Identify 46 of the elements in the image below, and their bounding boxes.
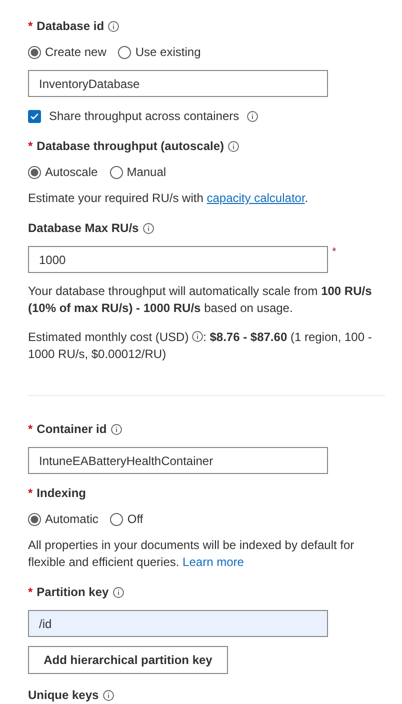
info-icon[interactable] — [228, 140, 240, 152]
text-field[interactable]: IntuneEABatteryHealthContainer — [28, 447, 328, 474]
help-text: Estimate your required RU/s with capacity calculator. — [28, 190, 310, 207]
radio-option[interactable]: Off — [110, 512, 144, 526]
field-label: Container id — [36, 422, 107, 436]
link[interactable]: Learn more — [182, 555, 244, 569]
checkbox[interactable] — [28, 110, 41, 122]
required-mark: * — [28, 486, 33, 500]
radio-icon[interactable] — [110, 166, 123, 178]
text-field[interactable]: InventoryDatabase — [28, 70, 328, 97]
radio-icon[interactable] — [28, 166, 41, 178]
radio-option[interactable]: Create new — [28, 45, 106, 59]
info-icon[interactable] — [110, 424, 122, 434]
radio-icon[interactable] — [28, 512, 41, 526]
required-mark: * — [332, 246, 336, 258]
radio-option[interactable]: Automatic — [28, 512, 98, 526]
radio-option[interactable]: Manual — [110, 165, 166, 179]
field-label: Indexing — [36, 486, 86, 500]
info-icon[interactable] — [108, 20, 120, 32]
field-label: Database id — [36, 19, 104, 33]
add-button[interactable]: Add hierarchical partition key — [28, 646, 228, 674]
required-mark: * — [28, 19, 33, 33]
required-mark: * — [28, 422, 33, 436]
info-icon[interactable] — [102, 690, 114, 700]
required-mark: * — [28, 585, 33, 599]
radio-icon[interactable] — [118, 46, 132, 58]
field-label: Unique keys — [28, 688, 99, 702]
link[interactable]: capacity calculator — [206, 191, 305, 205]
help-text: All properties in your documents will be indexed by default for flexible and efficient queries. Learn more — [28, 537, 356, 571]
radio-option[interactable]: Autoscale — [28, 165, 98, 179]
field-label: Database throughput (autoscale) — [36, 139, 224, 153]
text-field[interactable]: 1000 — [28, 246, 328, 273]
field-label: Database Max RU/s — [28, 221, 139, 235]
radio-option[interactable]: Use existing — [118, 45, 201, 59]
radio-icon[interactable] — [28, 46, 41, 58]
help-text: Estimated monthly cost (USD) : $8.76 - $87.60 (1 region, 100 - 1000 RU/s, $0.00012/RU) — [28, 329, 373, 363]
info-icon[interactable] — [192, 331, 204, 342]
required-mark: * — [28, 139, 33, 153]
field-label: Partition key — [36, 585, 109, 599]
text-field[interactable]: /id — [28, 610, 328, 637]
info-icon[interactable] — [112, 586, 124, 598]
info-icon[interactable] — [247, 110, 258, 122]
checkbox-label: Share throughput across containers — [49, 109, 240, 123]
info-icon[interactable] — [142, 222, 154, 234]
help-text: Your database throughput will automatically scale from 100 RU/s (10% of max RU/s) - 1000 RU/s based on usage. — [28, 283, 373, 317]
radio-icon[interactable] — [110, 512, 124, 526]
